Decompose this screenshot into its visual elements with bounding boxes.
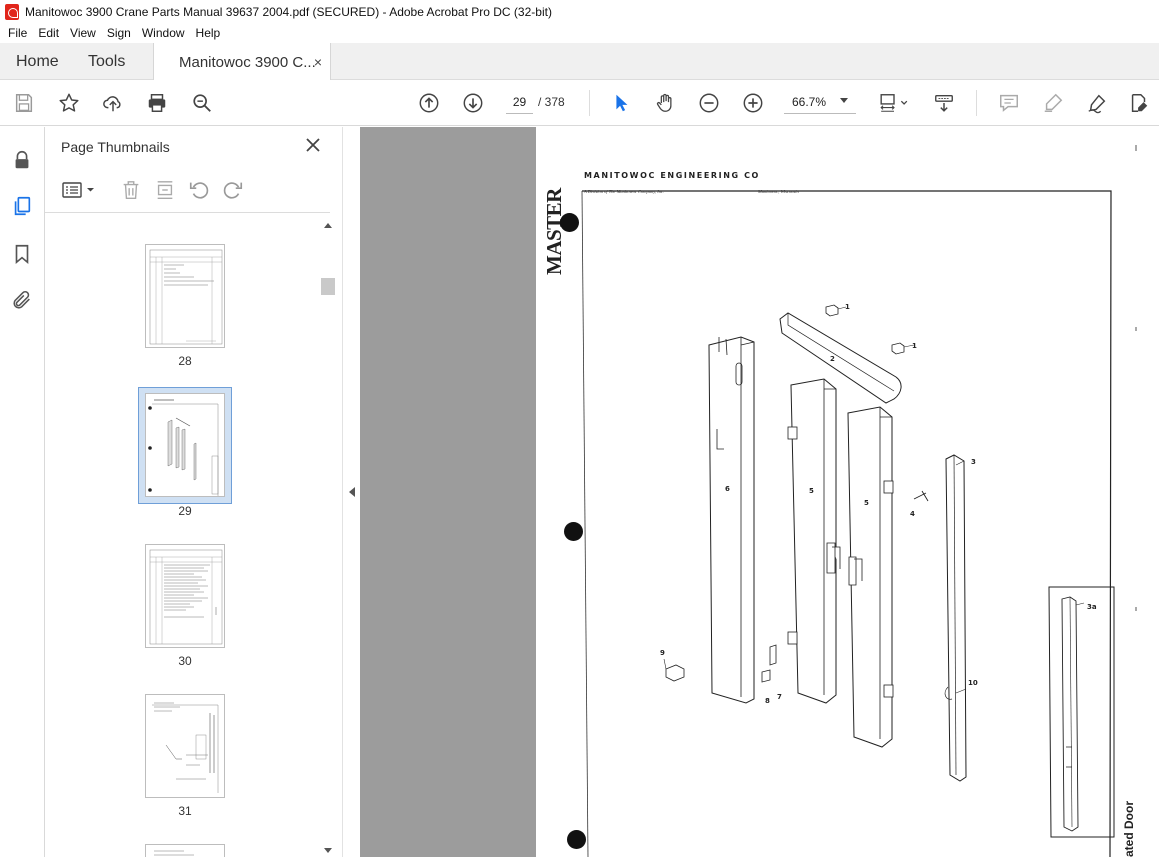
- panel-title: Page Thumbnails: [61, 139, 170, 155]
- callout-label: 7: [777, 693, 782, 701]
- attachment-paperclip-icon[interactable]: [10, 287, 34, 313]
- close-icon[interactable]: [303, 135, 323, 155]
- print-icon[interactable]: [145, 91, 169, 115]
- thumbnail-label: 30: [178, 654, 192, 668]
- chevron-down-icon: [840, 98, 848, 103]
- zoom-out-icon[interactable]: [697, 91, 721, 115]
- rotate-counterclockwise-icon[interactable]: [187, 179, 211, 201]
- thumbnail-label: 28: [178, 354, 192, 368]
- window-titlebar: Manitowoc 3900 Crane Parts Manual 39637 …: [0, 0, 1159, 23]
- tab-document[interactable]: Manitowoc 3900 C... ×: [153, 43, 331, 81]
- toolbar-divider: [976, 90, 977, 116]
- previous-page-icon[interactable]: [417, 91, 441, 115]
- save-icon[interactable]: [12, 91, 36, 115]
- edit-pdf-icon[interactable]: [1127, 91, 1151, 115]
- thumbnail-toolbar: [45, 173, 330, 213]
- left-navigation-pane: [0, 127, 45, 857]
- thumbnail-label: 29: [178, 504, 192, 518]
- zoom-level-value: 66.7%: [792, 95, 827, 109]
- comment-icon[interactable]: [997, 91, 1021, 115]
- menu-file[interactable]: File: [3, 26, 33, 40]
- menu-view[interactable]: View: [65, 26, 102, 40]
- menu-window[interactable]: Window: [137, 26, 191, 40]
- star-icon[interactable]: [57, 91, 81, 115]
- thumbnail-scrollbar[interactable]: [321, 221, 335, 857]
- callout-label: 9: [660, 649, 665, 657]
- next-page-icon[interactable]: [461, 91, 485, 115]
- callout-label: 2: [830, 355, 835, 363]
- callout-label: 1: [845, 303, 850, 311]
- page-thumbnail-29[interactable]: [145, 393, 225, 497]
- hand-tool-icon[interactable]: [653, 91, 677, 115]
- page-thumbnail-partial[interactable]: [145, 844, 225, 857]
- bookmark-icon[interactable]: [10, 241, 34, 267]
- zoom-in-icon[interactable]: [741, 91, 765, 115]
- scroll-up-arrow-icon[interactable]: [324, 223, 332, 228]
- window-title: Manitowoc 3900 Crane Parts Manual 39637 …: [25, 4, 552, 19]
- callout-label: 1: [912, 342, 917, 350]
- tab-bar: Home Tools Manitowoc 3900 C... ×: [0, 43, 1159, 81]
- page-fit-dropdown-icon[interactable]: [876, 91, 912, 115]
- rotate-clockwise-icon[interactable]: [221, 179, 245, 201]
- main-toolbar: / 378 66.7%: [0, 80, 1159, 126]
- zoom-level-select[interactable]: 66.7%: [784, 91, 856, 114]
- page-total: / 378: [538, 95, 565, 109]
- acrobat-app-icon: [5, 3, 19, 20]
- zoom-search-icon[interactable]: [190, 91, 214, 115]
- menu-help[interactable]: Help: [191, 26, 227, 40]
- share-upload-icon[interactable]: [101, 91, 125, 115]
- callout-label: 5: [864, 499, 869, 507]
- tab-home[interactable]: Home: [16, 43, 59, 80]
- thumbnail-label: 31: [178, 804, 192, 818]
- tab-document-label: Manitowoc 3900 C...: [179, 53, 316, 71]
- toolbar-divider: [589, 90, 590, 116]
- callout-label: 5: [809, 487, 814, 495]
- callout-label: 6: [725, 485, 730, 493]
- lock-icon[interactable]: [10, 147, 34, 173]
- scrollbar-thumb[interactable]: [321, 278, 335, 295]
- delete-page-trash-icon[interactable]: [119, 179, 143, 201]
- extract-pages-icon[interactable]: [153, 179, 177, 201]
- menu-sign[interactable]: Sign: [102, 26, 137, 40]
- thumbnail-options-menu-icon[interactable]: [61, 179, 97, 201]
- callout-label: 3: [971, 458, 976, 466]
- pdf-page: MANITOWOC ENGINEERING CO A Division of T…: [536, 127, 1159, 857]
- document-view[interactable]: MANITOWOC ENGINEERING CO A Division of T…: [360, 127, 1159, 857]
- callout-label: 8: [765, 697, 770, 705]
- page-thumbnails-panel: Page Thumbnails 28 29 30 31: [45, 127, 342, 857]
- page-thumbnail-31[interactable]: [145, 694, 225, 798]
- menu-bar: File Edit View Sign Window Help: [0, 23, 1159, 43]
- menu-edit[interactable]: Edit: [33, 26, 65, 40]
- page-number-input[interactable]: [506, 91, 533, 114]
- page-thumbnails-icon[interactable]: [10, 193, 34, 219]
- highlight-pen-icon[interactable]: [1041, 91, 1065, 115]
- scroll-mode-icon[interactable]: [932, 91, 956, 115]
- page-thumbnail-30[interactable]: [145, 544, 225, 648]
- page-thumbnail-28[interactable]: [145, 244, 225, 348]
- tab-tools[interactable]: Tools: [88, 43, 125, 80]
- tab-close-icon[interactable]: ×: [314, 54, 322, 70]
- callout-label: 10: [968, 679, 978, 687]
- sign-pen-icon[interactable]: [1085, 91, 1109, 115]
- select-cursor-icon[interactable]: [609, 91, 633, 115]
- collapse-panel-arrow-icon[interactable]: [349, 487, 355, 497]
- callout-label: 3a: [1087, 603, 1097, 611]
- scroll-down-arrow-icon[interactable]: [324, 848, 332, 853]
- callout-label: 4: [910, 510, 915, 518]
- panel-splitter[interactable]: [342, 127, 360, 857]
- exploded-parts-drawing: [581, 145, 1137, 857]
